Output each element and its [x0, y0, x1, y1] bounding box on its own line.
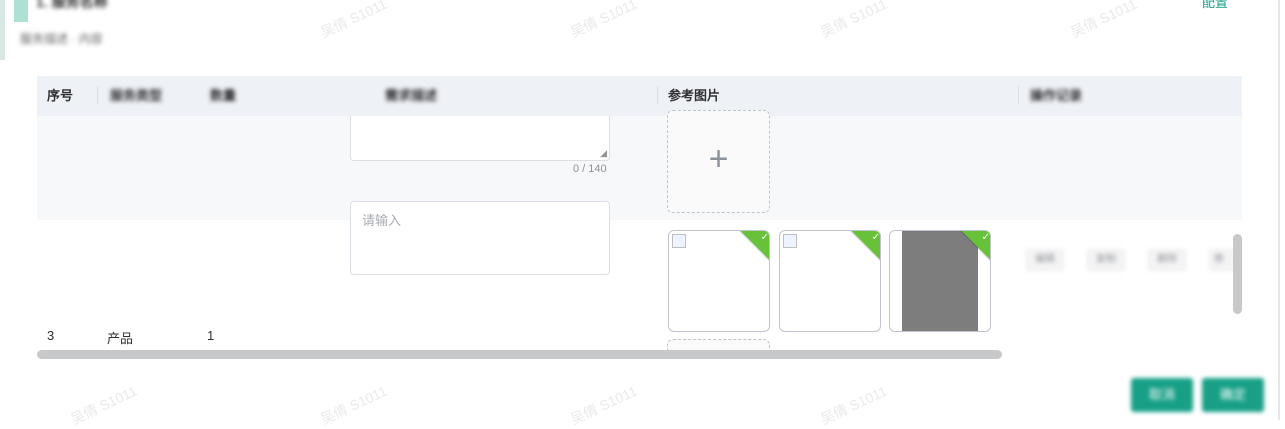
service-table: 序号 服务类型 数量 需求描述 参考图片 操作记录 — [37, 76, 1242, 356]
watermark: 吴倩 S1011 — [317, 0, 390, 41]
check-icon: ✓ — [760, 231, 769, 243]
page-edge-divider — [1278, 0, 1280, 420]
column-header-type: 服务类型 — [110, 88, 163, 103]
row-index: 3 — [47, 328, 55, 343]
check-icon: ✓ — [981, 231, 990, 243]
broken-image-icon — [672, 234, 686, 248]
char-counter: 0 / 140 — [573, 163, 607, 175]
column-header-index: 序号 — [47, 88, 74, 103]
delete-button[interactable]: 删除 — [1148, 249, 1186, 271]
column-divider — [657, 86, 658, 104]
copy-button[interactable]: 复制 — [1087, 249, 1125, 271]
resize-handle-icon[interactable]: ◢ — [600, 148, 607, 159]
row-quantity: 1 — [207, 328, 215, 343]
watermark: 吴倩 S1011 — [567, 382, 640, 428]
description-textarea[interactable]: ◢ — [350, 116, 610, 161]
title-tag-icon — [14, 0, 28, 22]
confirm-button[interactable]: 确定 — [1202, 378, 1264, 412]
watermark: 吴倩 S1011 — [567, 0, 640, 41]
reference-image-thumbnail[interactable]: ✓ — [889, 230, 991, 332]
column-header-quantity: 数量 — [210, 88, 237, 103]
watermark: 吴倩 S1011 — [1067, 0, 1140, 41]
horizontal-scrollbar-thumb[interactable] — [37, 350, 1002, 359]
input-placeholder: 请输入 — [362, 213, 402, 228]
table-header: 序号 服务类型 数量 需求描述 参考图片 操作记录 — [37, 76, 1242, 116]
section-accent-bar — [0, 0, 5, 60]
uploaded-badge: ✓ — [851, 231, 880, 262]
watermark: 吴倩 S1011 — [817, 382, 890, 428]
table-row — [37, 220, 1242, 356]
column-divider — [97, 86, 98, 104]
edit-button[interactable]: 编辑 — [1026, 249, 1064, 271]
reference-image-thumbnail[interactable]: ✓ — [779, 230, 881, 332]
image-preview — [902, 231, 978, 331]
plus-icon: + — [708, 140, 729, 178]
watermark: 吴倩 S1011 — [317, 382, 390, 428]
watermark: 吴倩 S1011 — [817, 0, 890, 41]
section-subtitle: 服务描述 · 内容 — [20, 32, 103, 46]
move-button[interactable]: 移 — [1209, 249, 1235, 271]
row-type: 产品 — [107, 331, 134, 346]
description-input[interactable]: 请输入 — [350, 201, 610, 275]
vertical-scrollbar-thumb[interactable] — [1233, 234, 1242, 314]
section-title: 1. 服务名称 — [36, 0, 108, 10]
column-header-description: 需求描述 — [385, 88, 438, 103]
reference-image-thumbnail[interactable]: ✓ — [668, 230, 770, 332]
image-upload-button[interactable]: + — [667, 110, 770, 213]
cancel-button[interactable]: 取消 — [1131, 378, 1193, 412]
uploaded-badge: ✓ — [740, 231, 769, 262]
column-divider — [1018, 86, 1019, 104]
broken-image-icon — [783, 234, 797, 248]
table-row — [37, 116, 1242, 220]
config-link[interactable]: 配置 — [1202, 0, 1228, 11]
watermark: 吴倩 S1011 — [67, 382, 140, 428]
check-icon: ✓ — [871, 231, 880, 243]
column-header-operations: 操作记录 — [1030, 88, 1083, 103]
